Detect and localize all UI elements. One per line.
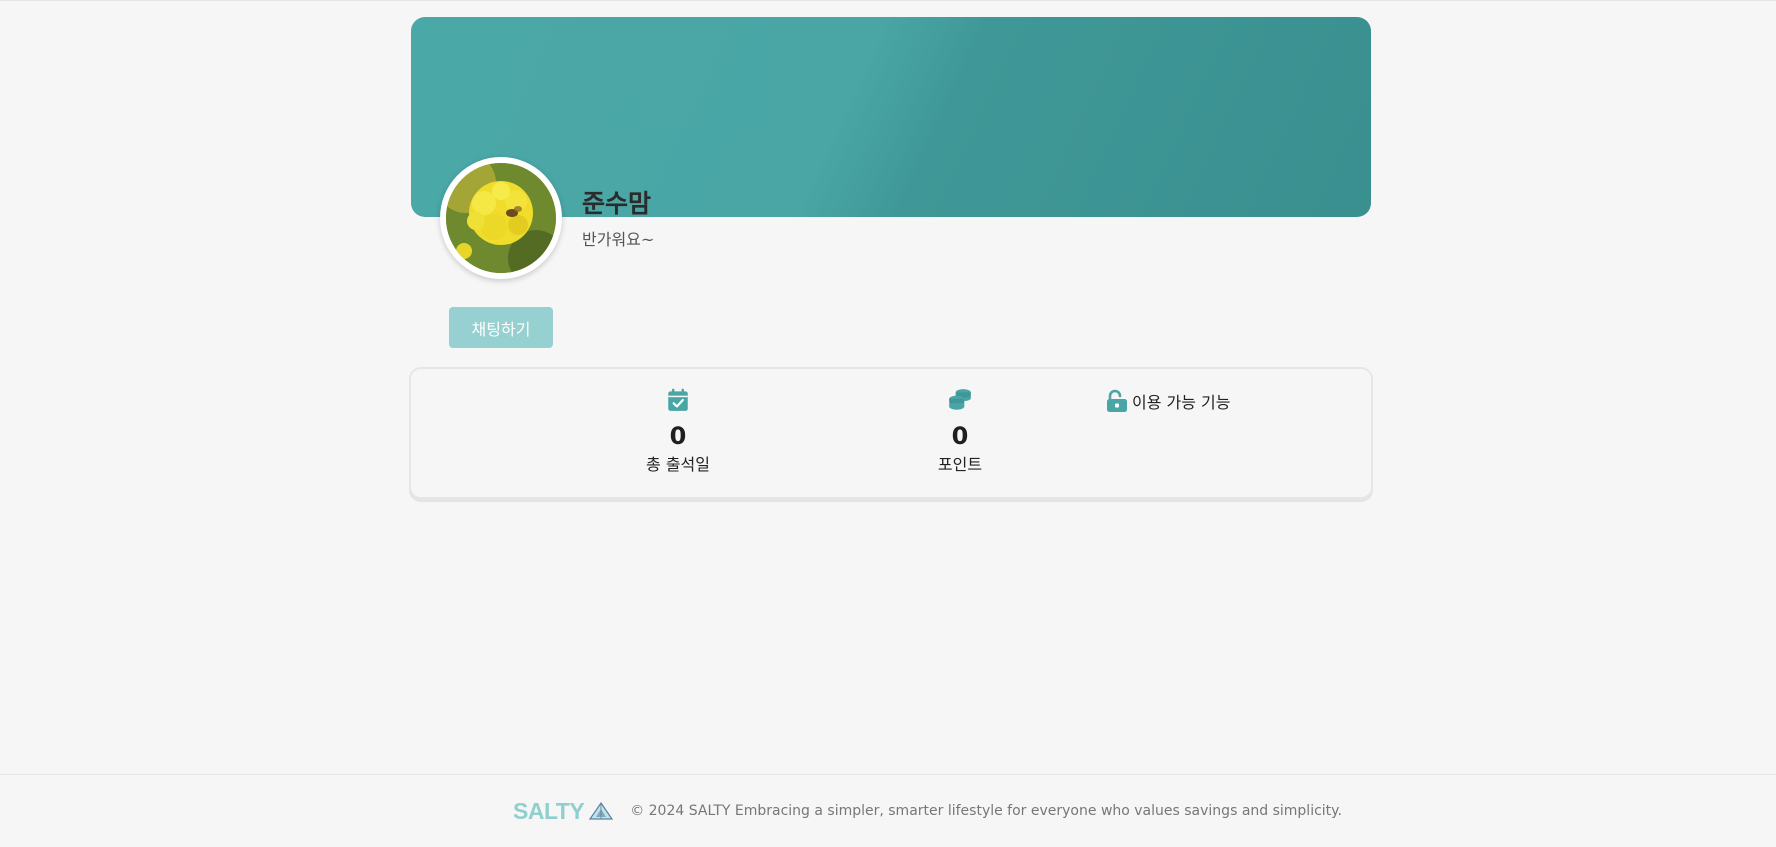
chat-button[interactable]: 채팅하기 (449, 307, 553, 348)
flower-photo-icon (446, 163, 556, 273)
top-divider (0, 0, 1776, 1)
footer: SALTY © 2024 SALTY Embracing a simpler, … (0, 774, 1776, 847)
points-label: 포인트 (937, 455, 983, 474)
attendance-count: 0 (669, 422, 687, 450)
profile-banner (411, 17, 1371, 217)
footer-content: SALTY © 2024 SALTY Embracing a simpler, … (513, 795, 1342, 827)
unlock-icon (1107, 389, 1127, 412)
points-count: 0 (951, 422, 969, 450)
avatar (440, 157, 562, 279)
profile-greeting: 반가워요~ (582, 230, 655, 249)
available-features[interactable]: 이용 가능 기능 (1106, 388, 1231, 414)
footer-brand-logo[interactable]: SALTY (513, 798, 585, 825)
coins-icon (949, 389, 971, 410)
salt-pile-icon (589, 801, 614, 820)
stat-attendance: 0 총 출석일 (578, 387, 778, 475)
calendar-check-icon (668, 388, 688, 411)
available-features-label: 이용 가능 기능 (1132, 393, 1231, 412)
profile-nickname: 준수맘 (582, 189, 652, 218)
stats-card: 0 총 출석일 0 포인트 이용 가능 기능 (409, 367, 1373, 499)
avatar-image (446, 163, 556, 273)
footer-copyright: © 2024 SALTY Embracing a simpler, smarte… (630, 803, 1342, 819)
attendance-label: 총 출석일 (646, 455, 710, 474)
stat-points: 0 포인트 (860, 387, 1060, 475)
